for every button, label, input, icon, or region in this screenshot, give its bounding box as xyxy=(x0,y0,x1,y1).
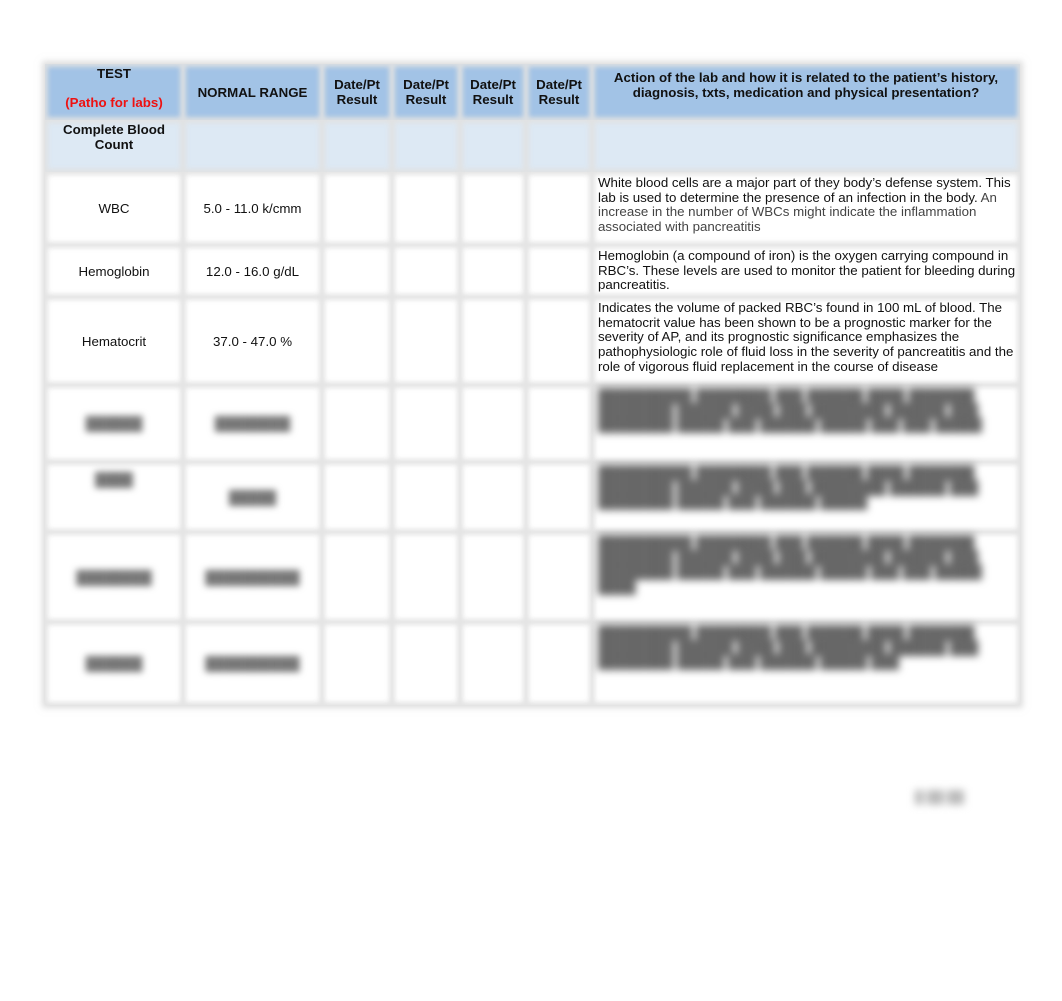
blurred-action-description: ██████████ ████████ ███ ██████ ████ ████… xyxy=(592,385,1020,462)
blurred-text: ████████ xyxy=(214,416,291,431)
header-result-1: Date/Pt Result xyxy=(322,64,392,120)
action-description-wbc: White blood cells are a major part of th… xyxy=(592,172,1020,245)
blurred-text: ██████████ ████████ ███ ██████ ████ ████… xyxy=(598,625,979,670)
blurred-action-description: ██████████ ████████ ███ ██████ ████ ████… xyxy=(592,622,1020,705)
action-description-hematocrit: Indicates the volume of packed RBC’s fou… xyxy=(592,297,1020,385)
result-cell[interactable] xyxy=(526,622,592,705)
section-cell xyxy=(526,120,592,172)
header-test-sublabel: (Patho for labs) xyxy=(65,95,163,110)
blurred-range: █████ xyxy=(183,462,322,532)
section-cell xyxy=(460,120,526,172)
result-cell[interactable] xyxy=(526,385,592,462)
blurred-text: ██████████ ████████ ███ ██████ ████ ████… xyxy=(598,388,982,433)
blurred-text: ██████████ xyxy=(205,569,300,585)
header-result-3: Date/Pt Result xyxy=(460,64,526,120)
result-cell[interactable] xyxy=(526,462,592,532)
blurred-text: ████████ xyxy=(76,569,152,585)
blurred-text: ██████████ ████████ ███ ██████ ████ ████… xyxy=(598,535,982,595)
blurred-text: ██████ xyxy=(85,656,143,671)
result-cell[interactable] xyxy=(322,172,392,245)
blurred-range: ██████████ xyxy=(183,622,322,705)
blurred-text: ██████ xyxy=(85,416,143,431)
result-cell[interactable] xyxy=(322,622,392,705)
blurred-action-description: ██████████ ████████ ███ ██████ ████ ████… xyxy=(592,462,1020,532)
section-cell xyxy=(392,120,460,172)
result-cell[interactable] xyxy=(322,245,392,297)
header-test: TEST (Patho for labs) xyxy=(45,64,183,120)
test-name-wbc: WBC xyxy=(45,172,183,245)
blurred-test-name: ████████ xyxy=(45,532,183,622)
result-cell[interactable] xyxy=(460,462,526,532)
blurred-test-name: ████ xyxy=(45,462,183,532)
header-test-label: TEST xyxy=(97,66,131,81)
test-name-hematocrit: Hematocrit xyxy=(45,297,183,385)
blurred-text: █████ xyxy=(228,489,277,505)
test-name-hemoglobin: Hemoglobin xyxy=(45,245,183,297)
section-cell xyxy=(592,120,1020,172)
header-normal-range: NORMAL RANGE xyxy=(183,64,322,120)
blurred-action-description: ██████████ ████████ ███ ██████ ████ ████… xyxy=(592,532,1020,622)
header-result-2: Date/Pt Result xyxy=(392,64,460,120)
result-cell[interactable] xyxy=(392,532,460,622)
result-cell[interactable] xyxy=(526,297,592,385)
result-cell[interactable] xyxy=(460,532,526,622)
header-result-4: Date/Pt Result xyxy=(526,64,592,120)
action-main-text: White blood cells are a major part of th… xyxy=(598,175,1011,205)
result-cell[interactable] xyxy=(392,622,460,705)
section-cell xyxy=(322,120,392,172)
result-cell[interactable] xyxy=(460,297,526,385)
blurred-text: ██████████ xyxy=(205,656,300,671)
result-cell[interactable] xyxy=(526,245,592,297)
result-cell[interactable] xyxy=(460,622,526,705)
result-cell[interactable] xyxy=(460,385,526,462)
result-cell[interactable] xyxy=(460,172,526,245)
result-cell[interactable] xyxy=(526,532,592,622)
blurred-text: ██████████ ████████ ███ ██████ ████ ████… xyxy=(598,465,979,510)
blurred-range: ██████████ xyxy=(183,532,322,622)
result-cell[interactable] xyxy=(460,245,526,297)
result-cell[interactable] xyxy=(392,385,460,462)
blurred-test-name: ██████ xyxy=(45,622,183,705)
result-cell[interactable] xyxy=(526,172,592,245)
lab-values-table: TEST (Patho for labs) NORMAL RANGE Date/… xyxy=(45,64,1020,705)
result-cell[interactable] xyxy=(392,172,460,245)
result-cell[interactable] xyxy=(392,462,460,532)
section-cell xyxy=(183,120,322,172)
result-cell[interactable] xyxy=(322,462,392,532)
result-cell[interactable] xyxy=(392,245,460,297)
normal-range-hemoglobin: 12.0 - 16.0 g/dL xyxy=(183,245,322,297)
blurred-test-name: ██████ xyxy=(45,385,183,462)
section-label: Complete Blood Count xyxy=(45,120,183,172)
result-cell[interactable] xyxy=(322,385,392,462)
blurred-range: ████████ xyxy=(183,385,322,462)
normal-range-wbc: 5.0 - 11.0 k/cmm xyxy=(183,172,322,245)
page-indicator: █ ██ ██ xyxy=(915,790,965,804)
result-cell[interactable] xyxy=(392,297,460,385)
header-action: Action of the lab and how it is related … xyxy=(592,64,1020,120)
result-cell[interactable] xyxy=(322,297,392,385)
action-description-hemoglobin: Hemoglobin (a compound of iron) is the o… xyxy=(592,245,1020,297)
normal-range-hematocrit: 37.0 - 47.0 % xyxy=(183,297,322,385)
result-cell[interactable] xyxy=(322,532,392,622)
blurred-text: ████ xyxy=(95,472,133,487)
